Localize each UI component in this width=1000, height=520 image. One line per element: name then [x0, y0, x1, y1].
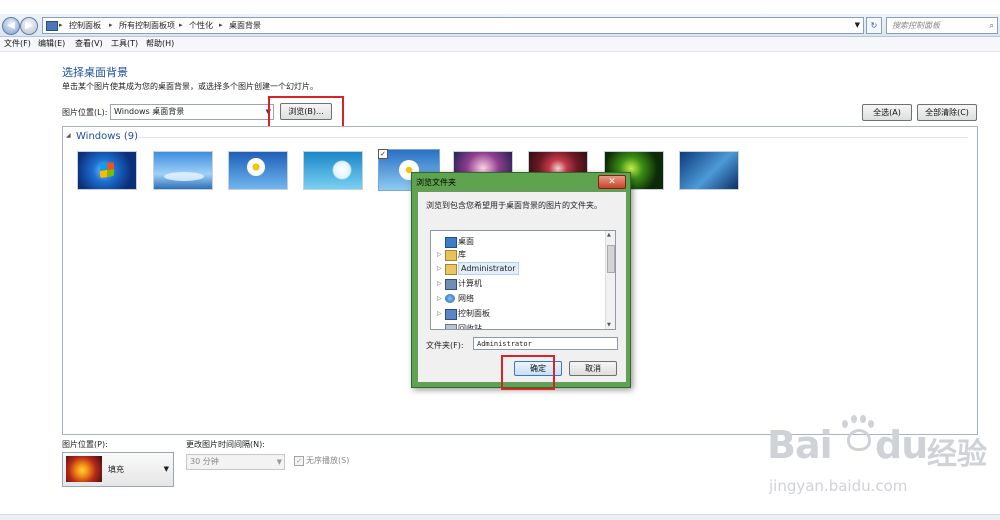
tree-item-label: Administrator — [458, 262, 519, 275]
tree-item-label: 网络 — [458, 294, 474, 303]
window-bottom-edge — [0, 514, 1000, 520]
crumb-control-panel[interactable]: 控制面板 — [69, 18, 101, 33]
interval-label: 更改图片时间间隔(N): — [186, 440, 265, 449]
chevron-right-icon: ▸ — [59, 21, 63, 29]
expand-icon[interactable]: ▷ — [437, 262, 442, 275]
position-label: 图片位置(P): — [62, 440, 108, 449]
refresh-icon[interactable]: ↻ — [866, 17, 882, 34]
scroll-up-icon[interactable]: ▲ — [607, 232, 611, 238]
search-input[interactable]: 搜索控制面板 ⌕ — [886, 17, 998, 34]
paw-icon — [839, 415, 874, 451]
desktop-icon — [445, 237, 457, 248]
thumbnail-daisy[interactable] — [228, 151, 288, 190]
address-box[interactable]: ▸ 控制面板 ▸ 所有控制面板项 ▸ 个性化 ▸ 桌面背景 ▼ — [42, 17, 864, 34]
chevron-down-icon[interactable]: ▼ — [855, 18, 860, 33]
group-divider — [138, 137, 968, 138]
location-value: Windows 桌面背景 — [114, 107, 185, 116]
clear-all-button[interactable]: 全部清除(C) — [917, 104, 977, 121]
tree-item-label: 库 — [458, 250, 466, 259]
network-icon — [445, 294, 455, 303]
thumbnail-dandelion[interactable] — [303, 151, 363, 190]
daisy-shape — [247, 158, 265, 176]
page-title: 选择桌面背景 — [62, 66, 128, 79]
crumb-all-items[interactable]: 所有控制面板项 — [119, 18, 175, 33]
cloud-shape — [164, 172, 204, 181]
expand-icon[interactable]: ▷ — [437, 248, 442, 261]
menu-help[interactable]: 帮助(H) — [146, 37, 174, 51]
baidu-watermark: Bai du 经验 jingyan.baidu.com — [755, 405, 1000, 505]
scroll-thumb[interactable] — [607, 245, 615, 273]
position-value: 填充 — [108, 465, 124, 474]
highlight-ok — [501, 355, 555, 390]
expand-icon[interactable]: ▷ — [437, 277, 442, 290]
watermark-brand: Bai — [767, 423, 833, 467]
location-label: 图片位置(L): — [62, 108, 108, 117]
menu-file[interactable]: 文件(F) — [4, 37, 31, 51]
watermark-product: 经验 — [927, 437, 987, 472]
thumbnail-windows-logo[interactable] — [77, 151, 137, 190]
crumb-desktop-background[interactable]: 桌面背景 — [229, 18, 261, 33]
checkbox-icon[interactable]: ✓ — [378, 149, 388, 159]
group-header[interactable]: Windows (9) — [76, 131, 138, 142]
chevron-right-icon: ▸ — [219, 21, 223, 29]
control-panel-icon — [445, 309, 457, 320]
thumbnail-blue-sky[interactable] — [679, 151, 739, 190]
collapse-icon[interactable]: ◢ — [66, 132, 71, 139]
windows-logo-icon — [100, 162, 114, 178]
shuffle-checkbox[interactable]: ✓ — [294, 456, 304, 466]
menu-edit[interactable]: 编辑(E) — [38, 37, 65, 51]
recycle-bin-icon — [445, 324, 457, 329]
tree-item-label: 控制面板 — [458, 309, 490, 318]
back-icon[interactable]: ◀ — [2, 17, 20, 35]
chevron-right-icon: ▸ — [179, 21, 183, 29]
cancel-button[interactable]: 取消 — [569, 361, 617, 376]
tree-item-label: 计算机 — [458, 279, 482, 288]
address-bar: ◀ ▶ ▸ 控制面板 ▸ 所有控制面板项 ▸ 个性化 ▸ 桌面背景 ▼ ↻ 搜索… — [0, 14, 1000, 37]
dialog-instruction: 浏览到包含您希望用于桌面背景的图片的文件夹。 — [426, 201, 602, 210]
interval-select[interactable]: 30 分钟 ▼ — [186, 454, 285, 470]
interval-value: 30 分钟 — [190, 457, 219, 466]
thumbnail-sky-flowers[interactable] — [153, 151, 213, 190]
scroll-down-icon[interactable]: ▼ — [607, 322, 611, 328]
folder-label: 文件夹(F): — [426, 341, 464, 350]
shuffle-label: 无序播放(S) — [306, 456, 350, 465]
page-subtitle: 单击某个图片使其成为您的桌面背景，或选择多个图片创建一个幻灯片。 — [62, 82, 318, 91]
chevron-down-icon: ▼ — [163, 465, 169, 473]
tree-item-label: 桌面 — [458, 237, 474, 246]
chevron-right-icon: ▸ — [109, 21, 113, 29]
location-select[interactable]: Windows 桌面背景 ▼ — [110, 104, 274, 120]
folder-input[interactable]: Administrator — [473, 337, 618, 350]
menu-tools[interactable]: 工具(T) — [111, 37, 138, 51]
menu-bar: 文件(F) 编辑(E) 查看(V) 工具(T) 帮助(H) — [0, 37, 1000, 52]
control-panel-icon — [46, 21, 58, 31]
search-placeholder: 搜索控制面板 — [892, 21, 940, 30]
tree-item-label: 回收站 — [458, 324, 482, 330]
dandelion-shape — [332, 160, 352, 180]
library-icon — [445, 250, 457, 261]
expand-icon[interactable]: ▷ — [437, 292, 442, 305]
search-icon[interactable]: ⌕ — [990, 18, 994, 33]
dialog-title: 浏览文件夹 — [416, 178, 456, 187]
chevron-down-icon: ▼ — [276, 458, 282, 466]
select-all-button[interactable]: 全选(A) — [862, 104, 912, 121]
crumb-personalization[interactable]: 个性化 — [189, 18, 213, 33]
computer-icon — [445, 279, 457, 290]
user-folder-icon — [445, 264, 457, 275]
folder-tree[interactable]: 桌面 ▷ 库 ▷ Administrator ▷ 计算机 ▷ 网络 ▷ 控制面板… — [430, 230, 616, 330]
position-select[interactable]: 填充 ▼ — [62, 452, 174, 487]
tree-scrollbar[interactable]: ▲ ▼ — [605, 231, 615, 329]
expand-icon[interactable]: ▷ — [437, 307, 442, 320]
fill-preview-icon — [66, 456, 102, 482]
forward-icon[interactable]: ▶ — [20, 17, 38, 35]
close-icon[interactable]: ✕ — [598, 175, 626, 189]
menu-view[interactable]: 查看(V) — [75, 37, 103, 51]
watermark-brand-suffix: du — [875, 423, 928, 467]
watermark-url: jingyan.baidu.com — [769, 477, 908, 495]
